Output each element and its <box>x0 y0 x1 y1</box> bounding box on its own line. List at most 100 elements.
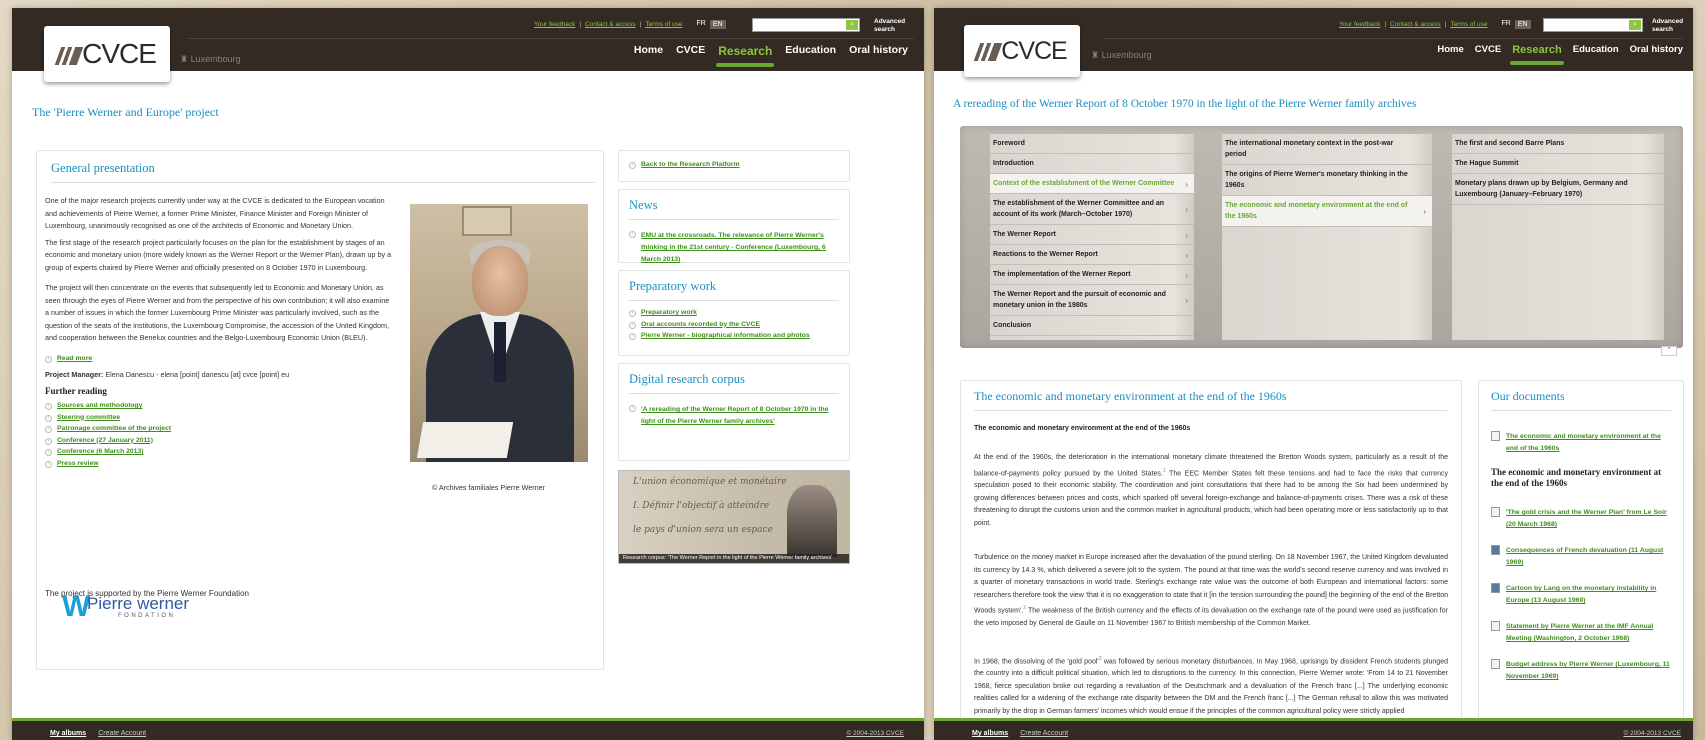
doc-link[interactable]: The economic and monetary environment at… <box>1506 431 1671 455</box>
cvce-logo[interactable]: CVCE <box>964 25 1080 77</box>
feedback-link[interactable]: Your feedback <box>534 21 575 28</box>
location-label: ♜ Luxembourg <box>1091 50 1152 60</box>
further-link-patronage[interactable]: Patronage committee of the project <box>57 425 171 432</box>
further-link-steering[interactable]: Steering committee <box>57 414 120 421</box>
corpus-heading: Digital research corpus <box>629 372 745 386</box>
article-panel: The economic and monetary environment at… <box>960 380 1462 740</box>
create-account-link[interactable]: Create Account <box>1020 730 1068 737</box>
search-icon[interactable]: ⌕ <box>1629 20 1641 30</box>
my-albums-link[interactable]: My albums <box>972 730 1008 737</box>
nav-cvce[interactable]: CVCE <box>676 44 705 58</box>
cvce-logo[interactable]: CVCE <box>44 26 170 82</box>
menu-item[interactable]: Conclusion <box>990 316 1194 336</box>
lang-fr[interactable]: FR <box>1502 20 1511 29</box>
preparatory-panel: Preparatory work › Preparatory work › Oral… <box>618 270 850 356</box>
menu-item[interactable]: Monetary plans drawn up by Belgium, Germ… <box>1452 174 1664 205</box>
photo-caption: © Archives familiales Pierre Werner <box>432 483 546 492</box>
menu-item[interactable]: Context of the establishment of the Wern… <box>990 174 1194 194</box>
docs-heading: Our documents <box>1491 389 1565 403</box>
create-account-link[interactable]: Create Account <box>98 730 146 737</box>
nav-cvce[interactable]: CVCE <box>1475 44 1501 56</box>
lang-en[interactable]: EN <box>709 20 726 29</box>
menu-item-label: The Hague Summit <box>1455 160 1519 167</box>
doc-link[interactable]: Budget address by Pierre Werner (Luxembo… <box>1506 659 1671 683</box>
menu-column-3: The first and second Barre Plans The Hagu… <box>1452 134 1664 340</box>
lang-en[interactable]: EN <box>1514 20 1531 29</box>
lang-fr[interactable]: FR <box>697 20 706 29</box>
menu-item[interactable]: Reactions to the Werner Report › <box>990 245 1194 265</box>
menu-item[interactable]: The first and second Barre Plans <box>1452 134 1664 154</box>
image-icon <box>1491 545 1500 555</box>
nav-research[interactable]: Research <box>1510 44 1564 65</box>
nav-oral-history[interactable]: Oral history <box>1630 44 1683 56</box>
nav-home[interactable]: Home <box>634 44 663 58</box>
nav-education[interactable]: Education <box>1573 44 1619 56</box>
back-to-research-link[interactable]: Back to the Research Platform <box>641 161 740 168</box>
news-panel: News › EMU at the crossroads. The relevan… <box>618 189 850 263</box>
nav-research[interactable]: Research <box>716 44 775 67</box>
menu-item-label: Reactions to the Werner Report <box>993 251 1098 258</box>
advanced-search-link[interactable]: Advanced search <box>874 18 910 33</box>
nav-oral-history[interactable]: Oral history <box>849 44 908 58</box>
menu-column-2: The international monetary context in th… <box>1222 134 1432 340</box>
contact-link[interactable]: Contact & access <box>585 21 636 28</box>
terms-link[interactable]: Terms of use <box>1450 21 1487 28</box>
nav-home[interactable]: Home <box>1437 44 1463 56</box>
search-input[interactable]: ⌕ <box>752 18 860 32</box>
read-more-link[interactable]: Read more <box>57 355 92 362</box>
prep-link-work[interactable]: Preparatory work <box>641 309 697 316</box>
menu-item[interactable]: The establishment of the Werner Committe… <box>990 194 1194 225</box>
doc-link[interactable]: Cartoon by Lang on the monetary instabil… <box>1506 583 1671 607</box>
news-heading: News <box>629 198 658 212</box>
menu-item[interactable]: The international monetary context in th… <box>1222 134 1432 165</box>
my-albums-link[interactable]: My albums <box>50 730 86 737</box>
menu-item[interactable]: Foreword <box>990 134 1194 154</box>
further-link-sources[interactable]: Sources and methodology <box>57 402 142 409</box>
article-paragraph: Turbulence on the money market in Europe… <box>974 554 1448 628</box>
nav-education[interactable]: Education <box>785 44 836 58</box>
location-label: ♜ Luxembourg <box>180 54 241 64</box>
menu-item[interactable]: The economic and monetary environment at… <box>1222 196 1432 227</box>
chevron-right-icon: › <box>1185 270 1188 280</box>
article-paragraph: At the end of the 1960s, the deteriorati… <box>974 454 1448 527</box>
document-icon <box>1491 621 1500 631</box>
page-title: The 'Pierre Werner and Europe' project <box>32 105 219 119</box>
menu-item[interactable]: The Werner Report › <box>990 225 1194 245</box>
collapse-menu-button[interactable]: ⌃ <box>1661 346 1677 356</box>
site-footer: My albums Create Account © 2004-2013 CVCE <box>12 718 924 740</box>
copyright: © 2004-2013 CVCE <box>1623 730 1681 737</box>
further-link-conf-2011[interactable]: Conference (27 January 2011) <box>57 437 153 444</box>
project-manager: Project Manager: Elena Danescu - elena [… <box>45 369 290 379</box>
prep-link-oral[interactable]: Oral accounts recorded by the CVCE <box>641 321 760 328</box>
prep-link-bio[interactable]: Pierre Werner - biographical information… <box>641 332 810 339</box>
doc-link[interactable]: Consequences of French devaluation (11 A… <box>1506 545 1671 569</box>
advanced-search-link[interactable]: Advanced search <box>1652 18 1686 33</box>
further-link-conf-2013[interactable]: Conference (6 March 2013) <box>57 448 144 455</box>
search-icon[interactable]: ⌕ <box>846 20 858 30</box>
menu-item[interactable]: Introduction <box>990 154 1194 174</box>
doc-link[interactable]: 'The gold crisis and the Werner Plan' fr… <box>1506 507 1671 531</box>
top-links: Your feedback | Contact & access | Terms o… <box>1339 20 1531 29</box>
corpus-link[interactable]: 'A rereading of the Werner Report of 8 O… <box>641 404 839 428</box>
pierre-werner-photo <box>410 204 588 462</box>
menu-item[interactable]: The Werner Report and the pursuit of eco… <box>990 285 1194 316</box>
doc-link[interactable]: Statement by Pierre Werner at the IMF An… <box>1506 621 1671 645</box>
corpus-banner-image[interactable]: L'union économique et monétaire I. Défin… <box>618 470 850 564</box>
further-link-press[interactable]: Press review <box>57 460 99 467</box>
chevron-right-icon: › <box>1185 205 1188 214</box>
menu-item-label: Foreword <box>993 140 1025 147</box>
image-icon <box>1491 583 1500 593</box>
menu-item-label: Conclusion <box>993 322 1032 329</box>
menu-item[interactable]: The origins of Pierre Werner's monetary … <box>1222 165 1432 196</box>
menu-item-label: The origins of Pierre Werner's monetary … <box>1225 171 1408 189</box>
feedback-link[interactable]: Your feedback <box>1339 21 1380 28</box>
news-link[interactable]: EMU at the crossroads. The relevance of … <box>641 230 839 266</box>
search-input[interactable]: ⌕ <box>1543 18 1643 32</box>
menu-item[interactable]: The Hague Summit <box>1452 154 1664 174</box>
terms-link[interactable]: Terms of use <box>645 21 682 28</box>
browser-window-right: Your feedback | Contact & access | Terms o… <box>934 8 1693 740</box>
document-icon <box>1491 659 1500 669</box>
article-paragraph: In 1968, the dissolving of the 'gold poo… <box>974 655 1448 715</box>
contact-link[interactable]: Contact & access <box>1390 21 1441 28</box>
menu-item[interactable]: The implementation of the Werner Report › <box>990 265 1194 285</box>
